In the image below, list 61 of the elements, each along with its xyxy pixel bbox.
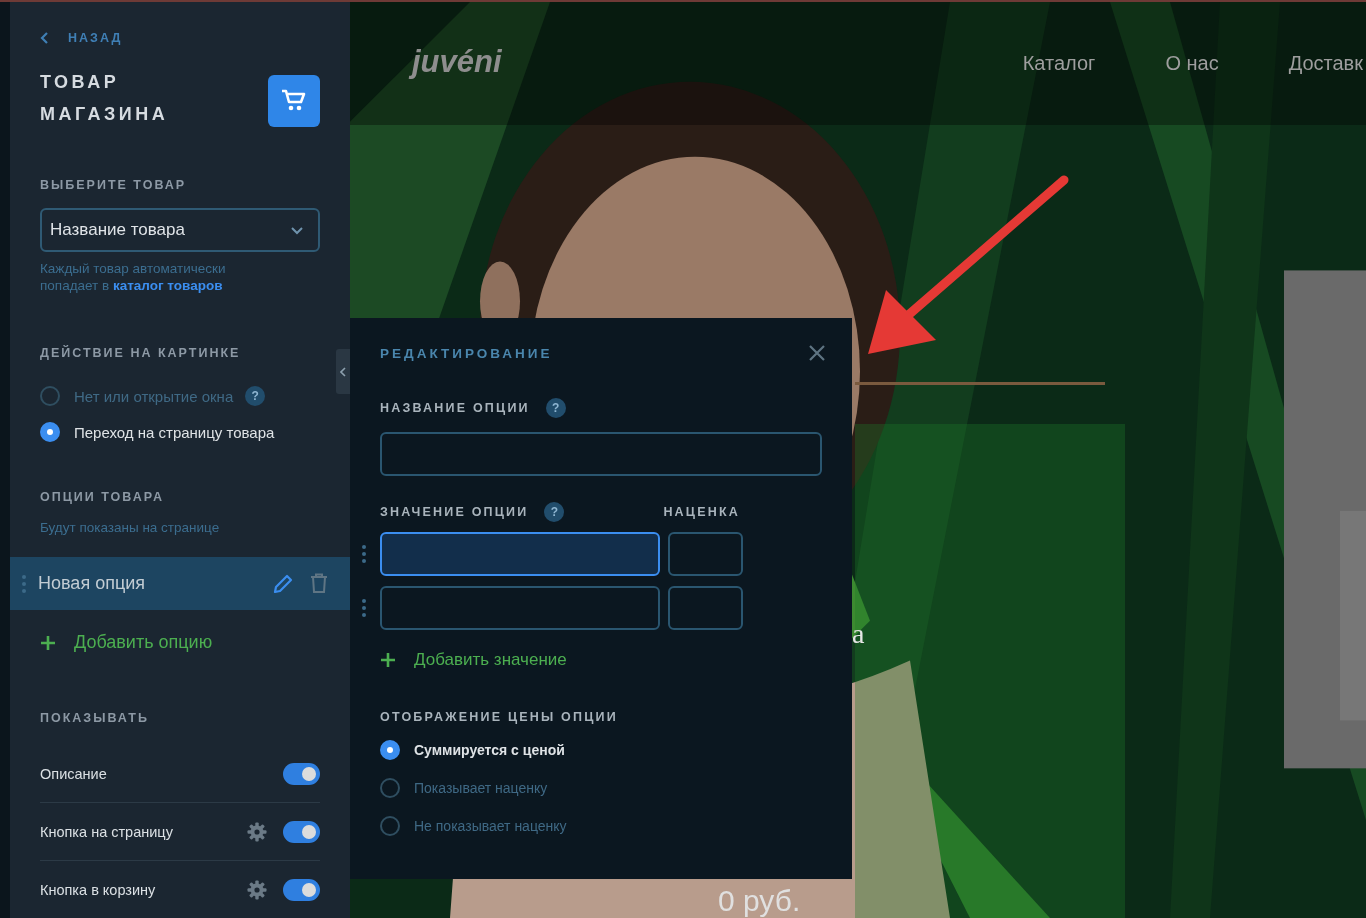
section-label: ОПЦИИ ТОВАРА [40, 490, 166, 504]
dialog-title: РЕДАКТИРОВАНИЕ [380, 345, 553, 361]
input-field[interactable] [380, 532, 660, 576]
drag-handle-icon[interactable] [362, 599, 366, 617]
input-field[interactable] [380, 586, 660, 630]
help-icon[interactable]: ? [545, 398, 566, 418]
radio-label[interactable]: Показывает наценку [414, 780, 548, 796]
radio-label[interactable]: Переход на страницу товара [74, 423, 275, 441]
section-label: ВЫБЕРИТЕ ТОВАР [40, 178, 188, 192]
field-label: НАЦЕНКА [663, 505, 740, 519]
cart-icon [268, 75, 320, 127]
toggle-switch[interactable] [283, 820, 320, 843]
pencil-icon[interactable] [272, 572, 294, 595]
radio-label[interactable]: Не показывает наценку [414, 818, 567, 834]
drag-handle-icon[interactable] [362, 545, 366, 563]
field-label: ЗНАЧЕНИЕ ОПЦИИ [380, 505, 529, 519]
add-option-button[interactable]: Добавить опцию [40, 632, 213, 653]
heading-text: а [852, 618, 865, 650]
help-icon[interactable]: ? [245, 386, 266, 406]
radio-label[interactable]: Суммируется с ценой [414, 742, 565, 758]
hint-text: Будут показаны на странице [40, 520, 221, 535]
product-dropdown[interactable]: Название товара [40, 208, 320, 252]
plus-icon[interactable] [380, 652, 396, 668]
toggle-switch[interactable] [283, 762, 320, 785]
chevron-down-icon[interactable] [290, 225, 304, 235]
radio-button[interactable] [40, 422, 60, 442]
settings-icon[interactable] [247, 821, 267, 842]
hint-text: Каждый товар автоматически попадает в каталог товаров [40, 260, 227, 294]
section-label: ДЕЙСТВИЕ НА КАРТИНКЕ [40, 346, 242, 360]
drag-handle-icon[interactable] [22, 574, 26, 593]
close-icon[interactable] [808, 344, 826, 362]
panel-title: ТОВАР МАГАЗИНА [40, 71, 170, 126]
toggle-label: Описание [40, 765, 108, 782]
nav-link[interactable]: Доставк [1288, 52, 1363, 75]
back-icon[interactable] [40, 32, 50, 44]
add-value-button[interactable]: Добавить значение [380, 650, 567, 670]
option-item[interactable]: Новая опция [10, 557, 350, 610]
help-icon[interactable]: ? [544, 502, 565, 522]
price-text: 0 руб. [718, 884, 801, 918]
toggle-switch[interactable] [283, 878, 320, 901]
input-field[interactable] [668, 532, 743, 576]
collapse-tab[interactable] [336, 349, 350, 394]
radio-button[interactable] [380, 778, 400, 798]
radio-button[interactable] [380, 816, 400, 836]
input-field[interactable] [380, 432, 822, 476]
chevron-left-icon[interactable] [340, 366, 346, 377]
toggle-label: Кнопка на страницу [40, 823, 174, 840]
nav-link[interactable]: О нас [1165, 52, 1219, 75]
catalog-link[interactable]: каталог товаров [112, 278, 223, 293]
input-field[interactable] [668, 586, 743, 630]
radio-button[interactable] [40, 386, 60, 406]
trash-icon[interactable] [310, 573, 328, 594]
section-label: ПОКАЗЫВАТЬ [40, 711, 150, 725]
plus-icon[interactable] [40, 634, 56, 651]
toggle-label: Кнопка в корзину [40, 881, 157, 898]
settings-icon[interactable] [247, 879, 267, 900]
radio-button[interactable] [380, 740, 400, 760]
field-label: ОТОБРАЖЕНИЕ ЦЕНЫ ОПЦИИ [380, 710, 619, 724]
field-label: НАЗВАНИЕ ОПЦИИ [380, 401, 530, 415]
back-link[interactable]: НАЗАД [40, 30, 320, 46]
nav-link[interactable]: Каталог [1022, 52, 1096, 75]
